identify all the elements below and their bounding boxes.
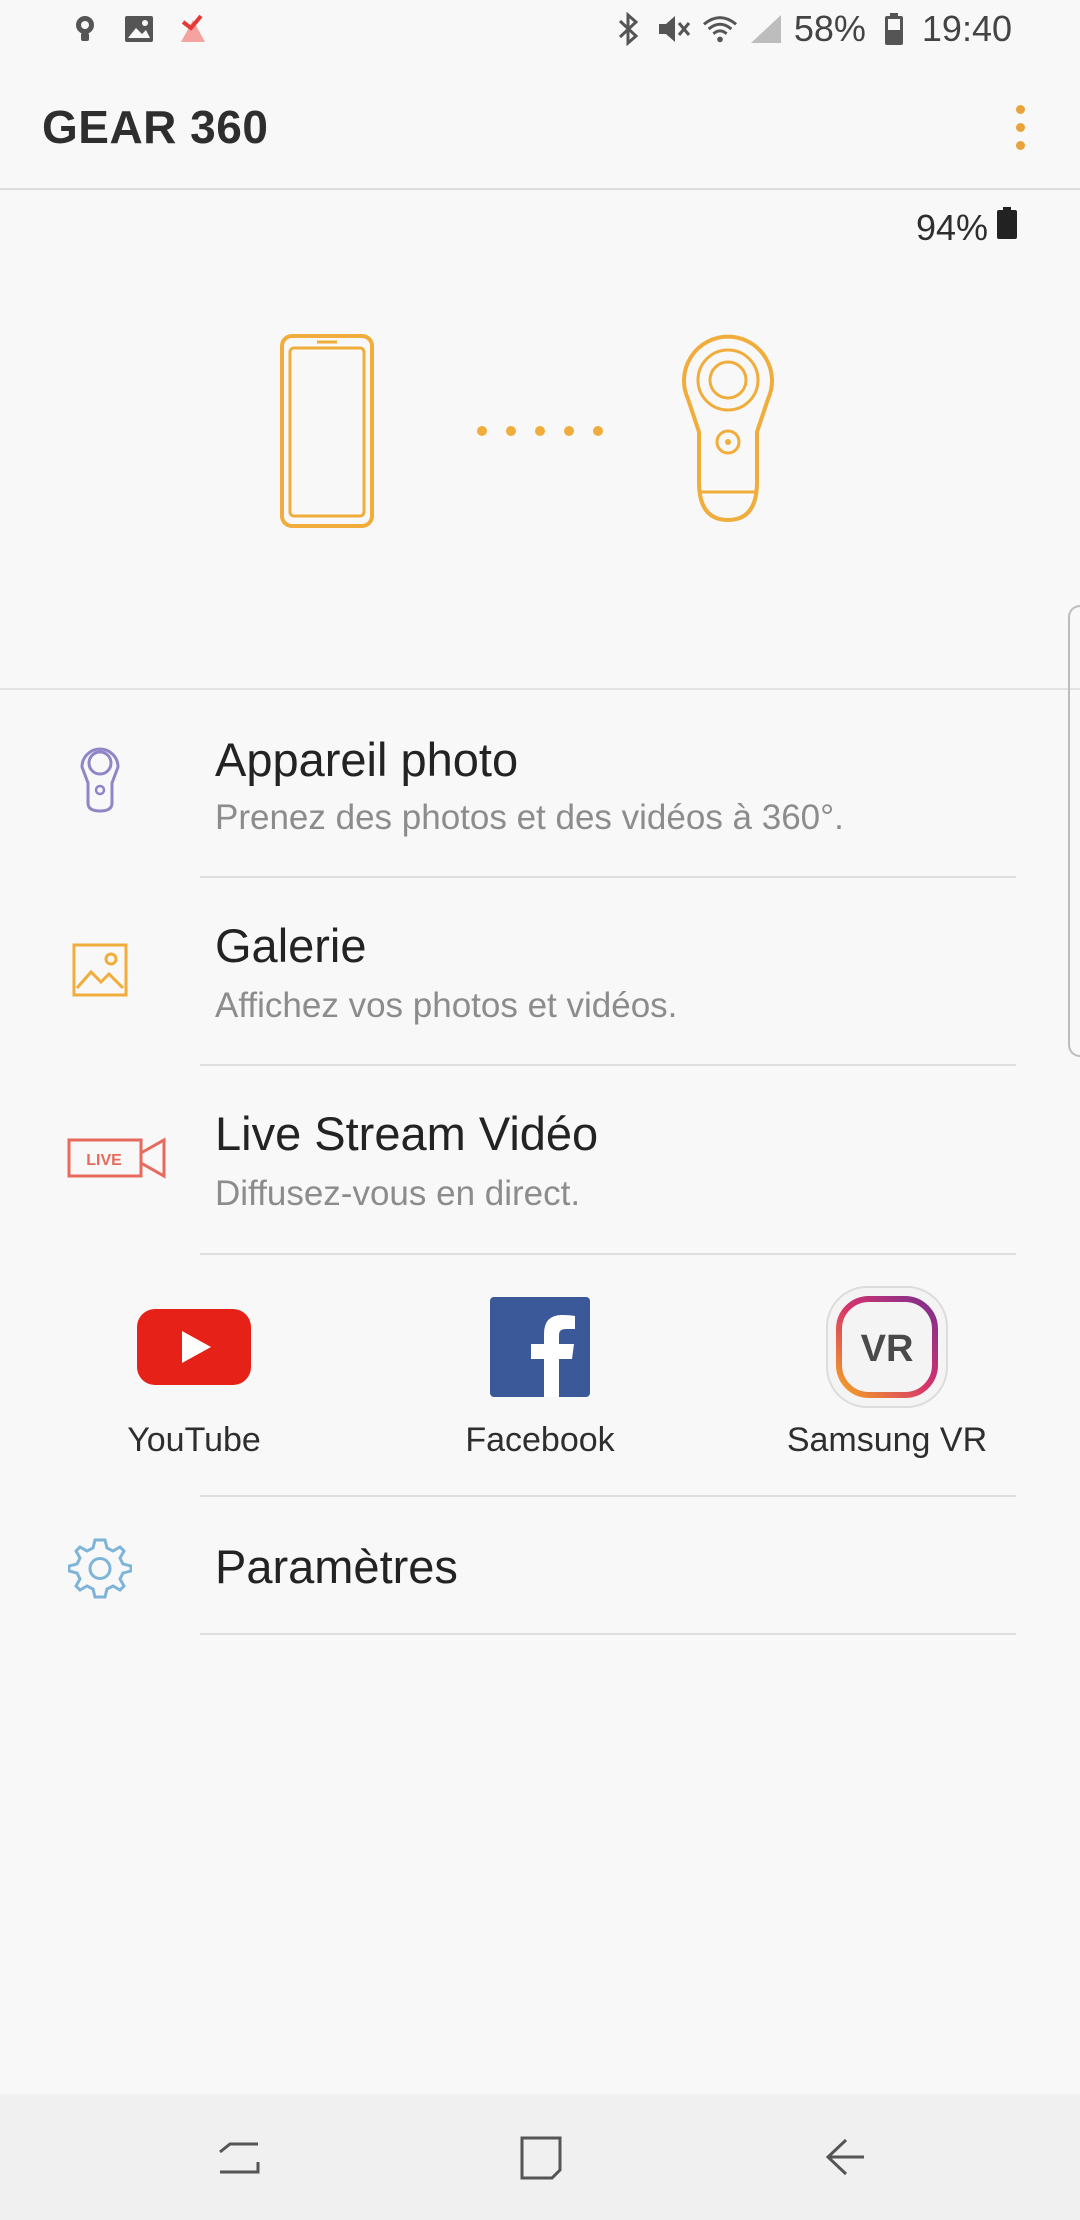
- camera-battery-percent: 94%: [915, 206, 988, 248]
- more-vert-dot: [1015, 140, 1025, 150]
- svg-text:VR: VR: [861, 1328, 914, 1370]
- menu-title: Live Stream Vidéo: [215, 1107, 599, 1160]
- bluetooth-icon: [610, 11, 646, 47]
- share-label: YouTube: [127, 1421, 261, 1459]
- battery-icon: [876, 11, 912, 47]
- phone-camera-connection-illustration: [280, 334, 774, 528]
- gear360-camera-icon: [62, 742, 138, 818]
- more-vert-dot: [1015, 122, 1025, 132]
- menu-item-gallery[interactable]: Galerie Affichez vos photos et vidéos.: [0, 878, 1080, 1066]
- notification-app-icon: [176, 12, 210, 46]
- phone-icon: [280, 334, 374, 528]
- share-destinations: YouTube Facebook VR Samsung VR: [0, 1255, 1080, 1497]
- camera-battery: 94%: [916, 206, 1018, 249]
- status-bar: 58% 19:40: [0, 0, 1080, 64]
- mute-icon: [656, 11, 692, 47]
- navigation-bar: [0, 2094, 1080, 2220]
- svg-text:LIVE: LIVE: [86, 1152, 122, 1169]
- gear360-device-icon: [682, 334, 774, 523]
- live-camera-icon: LIVE: [66, 1120, 170, 1196]
- app-bar: GEAR 360: [0, 64, 1080, 190]
- share-label: Samsung VR: [786, 1421, 988, 1459]
- menu-item-settings[interactable]: Paramètres: [0, 1497, 1080, 1635]
- facebook-logo: [478, 1285, 602, 1409]
- menu-item-live-stream[interactable]: LIVE Live Stream Vidéo Diffusez-vous en …: [0, 1066, 1080, 1256]
- share-youtube[interactable]: YouTube: [69, 1285, 319, 1460]
- share-samsung-vr[interactable]: VR Samsung VR: [762, 1285, 1012, 1460]
- youtube-logo: [132, 1285, 256, 1409]
- status-right: 58% 19:40: [610, 8, 1012, 50]
- menu-subtitle: Affichez vos photos et vidéos.: [215, 986, 678, 1025]
- recent-apps-icon: [219, 2142, 260, 2174]
- status-left-icons: [68, 12, 210, 46]
- gallery-icon: [62, 932, 138, 1008]
- image-icon: [122, 12, 156, 46]
- connection-dots-icon: [477, 426, 603, 436]
- home-button[interactable]: [508, 2124, 574, 2190]
- location-pin-icon: [68, 12, 102, 46]
- samsung-vr-logo: VR: [825, 1285, 949, 1409]
- back-icon: [825, 2138, 864, 2176]
- signal-icon: [748, 11, 784, 47]
- battery-full-icon: [996, 206, 1018, 249]
- wifi-icon: [702, 11, 738, 47]
- menu-title: Appareil photo: [215, 733, 519, 786]
- clock: 19:40: [921, 8, 1012, 49]
- menu-subtitle: Prenez des photos et des vidéos à 360°.: [215, 798, 844, 837]
- connection-hero: 94%: [0, 192, 1080, 690]
- menu-title: Paramètres: [215, 1540, 458, 1593]
- more-options-button[interactable]: [990, 94, 1050, 160]
- menu-title: Galerie: [215, 919, 367, 972]
- menu-item-camera[interactable]: Appareil photo Prenez des photos et des …: [0, 692, 1080, 878]
- home-icon: [520, 2136, 562, 2180]
- battery-percent: 58%: [793, 8, 866, 49]
- recent-apps-button[interactable]: [206, 2124, 272, 2190]
- divider: [200, 1633, 1016, 1635]
- more-vert-icon: [1015, 104, 1025, 114]
- app-title: GEAR 360: [42, 101, 269, 153]
- share-facebook[interactable]: Facebook: [415, 1285, 665, 1460]
- share-label: Facebook: [465, 1421, 615, 1459]
- settings-icon: [62, 1529, 138, 1605]
- back-button[interactable]: [812, 2124, 878, 2190]
- menu-subtitle: Diffusez-vous en direct.: [215, 1174, 581, 1213]
